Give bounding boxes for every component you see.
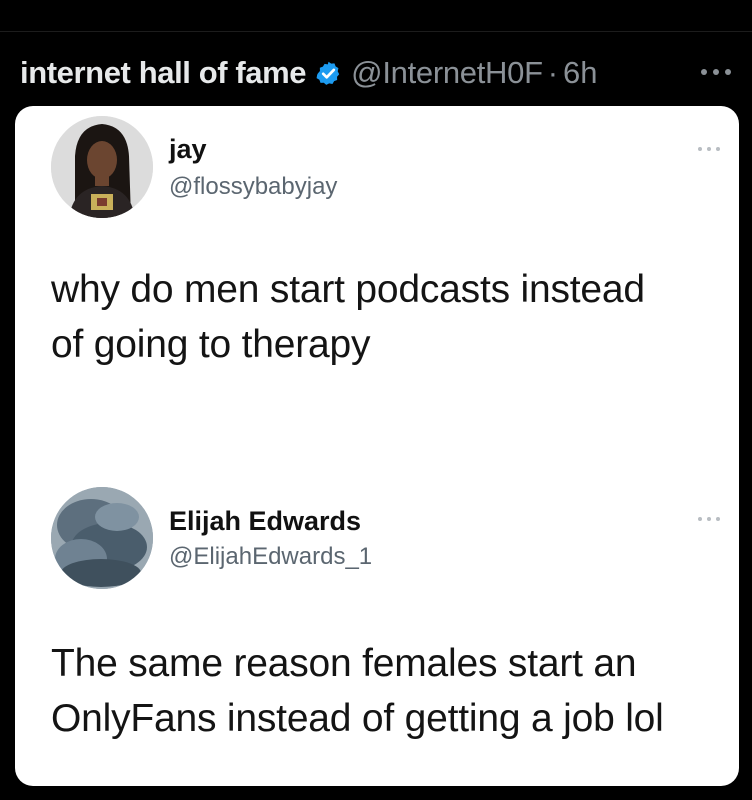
tweet-text-line: The same reason females start an <box>51 642 637 685</box>
author-name[interactable]: internet hall of fame <box>20 55 307 91</box>
separator-dot: · <box>547 55 559 90</box>
tweet-text-line: OnlyFans instead of getting a job lol <box>51 697 664 740</box>
verified-badge-icon <box>316 61 340 85</box>
profile-photo-icon <box>51 487 153 589</box>
avatar <box>51 116 153 218</box>
author-handle[interactable]: @InternetH0F <box>351 55 543 91</box>
tweet-text-line: why do men start podcasts instead <box>51 268 645 311</box>
user-name: jay <box>169 134 207 164</box>
tweet-text: why do men start podcasts instead of goi… <box>51 262 645 372</box>
user-handle: @ElijahEdwards_1 <box>169 543 373 570</box>
avatar <box>51 487 153 589</box>
top-status-area <box>0 0 752 32</box>
user-handle: @flossybabyjay <box>169 173 338 200</box>
post-header: internet hall of fame @InternetH0F · 6h <box>20 50 740 96</box>
more-icon <box>698 147 720 151</box>
post-time[interactable]: 6h <box>563 55 597 91</box>
tweet-text: The same reason females start an OnlyFan… <box>51 636 664 746</box>
profile-photo-icon <box>51 116 153 218</box>
more-icon[interactable] <box>698 62 734 82</box>
tweet-screenshot-image[interactable]: jay @flossybabyjay why do men start podc… <box>15 106 739 786</box>
user-name: Elijah Edwards <box>169 506 362 536</box>
tweet-text-line: of going to therapy <box>51 323 371 366</box>
more-icon <box>698 517 720 521</box>
